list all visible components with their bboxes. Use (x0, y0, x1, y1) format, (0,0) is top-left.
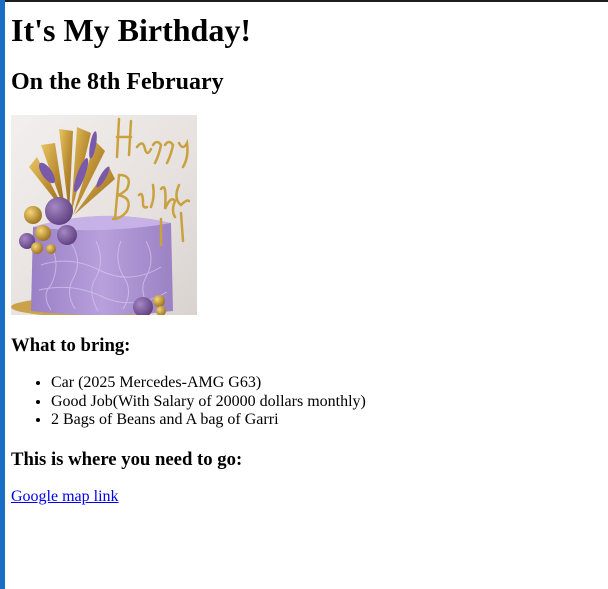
window-left-border (0, 0, 5, 589)
directions-heading: This is where you need to go: (11, 449, 243, 470)
google-map-link[interactable]: Google map link (11, 488, 119, 506)
page-subtitle: On the 8th February (11, 69, 224, 95)
list-item: Car (2025 Mercedes-AMG G63) (51, 374, 366, 393)
birthday-cake-image (11, 115, 197, 315)
window-top-border (0, 0, 608, 2)
bring-heading: What to bring: (11, 335, 131, 356)
page-title: It's My Birthday! (11, 12, 251, 48)
list-item: 2 Bags of Beans and A bag of Garri (51, 411, 366, 430)
bring-list: Car (2025 Mercedes-AMG G63) Good Job(Wit… (11, 374, 366, 430)
list-item: Good Job(With Salary of 20000 dollars mo… (51, 393, 366, 412)
